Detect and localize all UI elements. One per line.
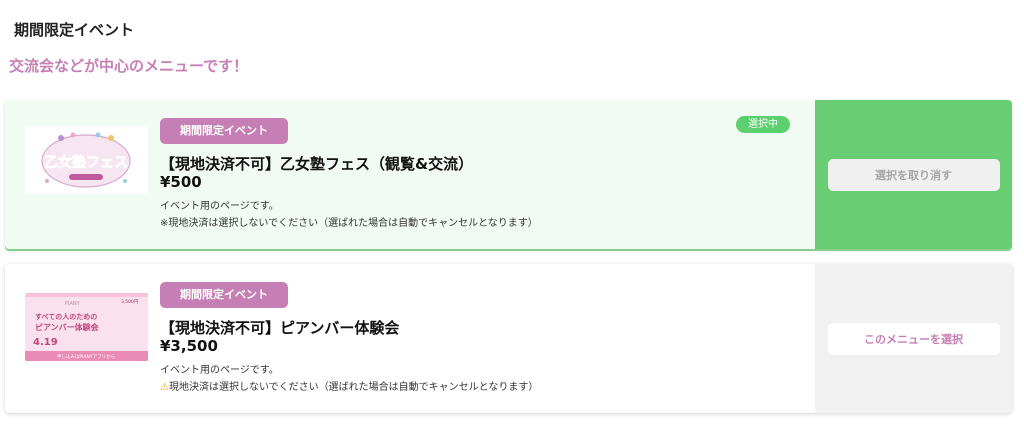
- menu-price: ¥3,500: [160, 337, 218, 355]
- menu-title: 【現地決済不可】ピアンバー体験会: [160, 319, 400, 337]
- svg-text:すべての人のための: すべての人のための: [35, 312, 97, 321]
- svg-text:ピアンバー体験会: ピアンバー体験会: [35, 322, 99, 332]
- menu-note: ⚠現地決済は選択しないでください（選ばれた場合は自動でキャンセルとなります）: [160, 378, 538, 393]
- otome-fes-logo-image: 乙女塾フェス: [25, 126, 148, 194]
- menu-card-selected[interactable]: 乙女塾フェス 期間限定イベント 選択中 【現地決済不可】乙女塾フェス（観覧&交流…: [5, 100, 1012, 249]
- menu-action-panel: このメニューを選択: [815, 264, 1012, 413]
- section-subtitle: 交流会などが中心のメニューです！: [9, 57, 249, 75]
- svg-text:PIANY: PIANY: [65, 301, 81, 307]
- menu-card-content[interactable]: 乙女塾フェス 期間限定イベント 選択中 【現地決済不可】乙女塾フェス（観覧&交流…: [5, 100, 815, 249]
- selected-badge: 選択中: [736, 116, 790, 133]
- svg-text:乙女塾フェス: 乙女塾フェス: [44, 154, 128, 171]
- menu-description: イベント用のページです。: [160, 365, 279, 376]
- menu-price: ¥500: [160, 173, 202, 191]
- svg-text:3,500円: 3,500円: [121, 299, 139, 305]
- select-menu-button[interactable]: このメニューを選択: [827, 322, 1000, 355]
- menu-card[interactable]: PIANY 3,500円 すべての人のための ピアンバー体験会 4.19 申し込…: [5, 264, 1012, 413]
- menu-description: イベント用のページです。: [160, 201, 279, 212]
- menu-tag: 期間限定イベント: [160, 282, 288, 308]
- menu-card-content[interactable]: PIANY 3,500円 すべての人のための ピアンバー体験会 4.19 申し込…: [5, 264, 815, 413]
- menu-tag: 期間限定イベント: [160, 118, 288, 144]
- svg-text:4.19: 4.19: [33, 337, 58, 348]
- svg-text:申し込みはPIANYアプリから: 申し込みはPIANYアプリから: [57, 353, 115, 360]
- warning-icon: ⚠: [160, 382, 169, 393]
- menu-action-panel: 選択を取り消す: [815, 100, 1012, 249]
- menu-thumbnail-otome-fes: 乙女塾フェス: [25, 126, 148, 194]
- menu-note: ※現地決済は選択しないでください（選ばれた場合は自動でキャンセルとなります）: [160, 218, 538, 229]
- menu-thumbnail-pianbar: PIANY 3,500円 すべての人のための ピアンバー体験会 4.19 申し込…: [25, 293, 148, 361]
- menu-note-text: 現地決済は選択しないでください（選ばれた場合は自動でキャンセルとなります）: [168, 382, 539, 393]
- pianbar-event-banner-image: PIANY 3,500円 すべての人のための ピアンバー体験会 4.19 申し込…: [25, 293, 148, 361]
- section-title: 期間限定イベント: [14, 21, 135, 39]
- deselect-menu-button[interactable]: 選択を取り消す: [827, 158, 1000, 191]
- menu-title: 【現地決済不可】乙女塾フェス（観覧&交流）: [160, 155, 474, 173]
